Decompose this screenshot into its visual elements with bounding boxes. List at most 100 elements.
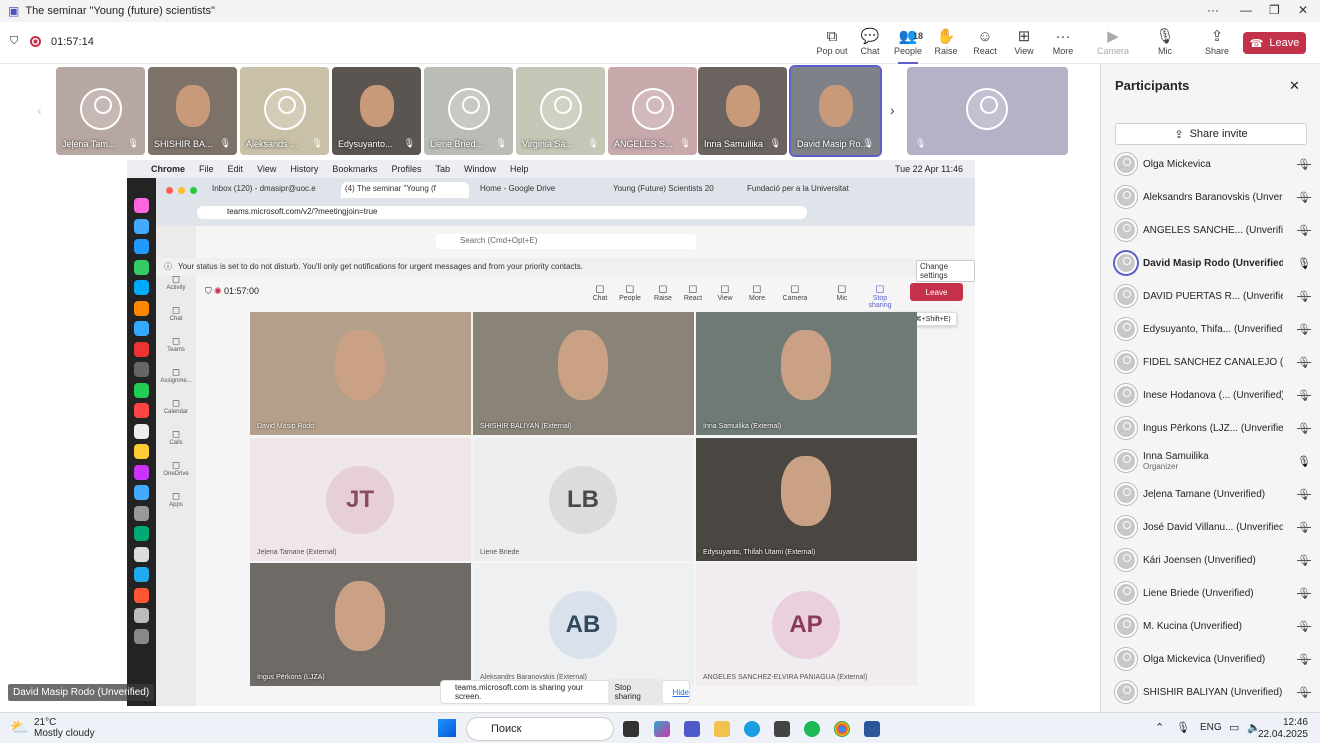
dock-app-icon[interactable]: [134, 218, 149, 234]
dock-app-icon[interactable]: [134, 362, 149, 377]
mic-muted-icon[interactable]: 🎙: [1297, 191, 1311, 204]
mic-muted-icon[interactable]: 🎙: [1297, 389, 1311, 402]
notice-hide-button[interactable]: Hide: [673, 688, 689, 697]
maximize-icon[interactable]: ❐: [1269, 3, 1280, 17]
mic-muted-icon[interactable]: 🎙: [1297, 224, 1311, 237]
notice-stop-sharing-button[interactable]: Stop sharing: [607, 679, 663, 705]
participant-row[interactable]: M. Kucina (Unverified) 🎙: [1115, 611, 1311, 641]
participant-row[interactable]: Jeļena Tamane (Unverified) 🎙: [1115, 479, 1311, 509]
edge-icon[interactable]: [744, 721, 760, 737]
participant-row[interactable]: David Masip Rodo (Unverified) 🎙: [1115, 248, 1311, 278]
browser-tab[interactable]: Fundació per a la Universitat: [743, 182, 871, 198]
toolbar-raise-button[interactable]: ✋ Raise: [926, 28, 966, 56]
rail-item[interactable]: ◻ Chat: [156, 305, 196, 322]
shared-control-camera[interactable]: ◻ Camera: [779, 282, 811, 302]
grid-video-tile[interactable]: SHISHIR BALIYAN (External): [473, 312, 694, 435]
participant-row[interactable]: Ingus Pērkons (LJZ... (Unverified) 🎙: [1115, 413, 1311, 443]
dock-app-icon[interactable]: [134, 628, 149, 644]
mic-muted-icon[interactable]: 🎙: [1297, 158, 1311, 171]
copilot-icon[interactable]: [654, 721, 670, 737]
mac-min-dot[interactable]: [178, 187, 185, 194]
strip-next-icon[interactable]: ›: [890, 102, 895, 118]
grid-video-tile[interactable]: Edysuyanto, Thifah Utami (External): [696, 437, 917, 561]
shared-control-people[interactable]: ◻ People: [614, 282, 646, 302]
mac-menu-item[interactable]: Tab: [435, 164, 450, 174]
minimize-icon[interactable]: —: [1240, 3, 1252, 17]
video-tile[interactable]: SHISHIR BA... 🎙: [148, 67, 237, 155]
mac-menu-item[interactable]: Chrome: [151, 164, 185, 174]
close-icon[interactable]: ✕: [1298, 3, 1308, 17]
strip-prev-icon[interactable]: ‹: [37, 102, 42, 118]
clock-time[interactable]: 12:46: [1266, 717, 1308, 728]
mic-muted-icon[interactable]: 🎙: [1297, 653, 1311, 666]
video-tile[interactable]: 🎙: [907, 67, 1068, 155]
mic-muted-icon[interactable]: 🎙: [1297, 488, 1311, 501]
dock-app-icon[interactable]: [134, 300, 149, 316]
mic-muted-icon[interactable]: 🎙: [1297, 587, 1311, 600]
dock-app-icon[interactable]: [134, 608, 149, 623]
taskbar-search[interactable]: Поиск: [466, 717, 614, 741]
video-tile[interactable]: Jeļena Tam... 🎙: [56, 67, 145, 155]
participant-row[interactable]: Inna Samuilika Organizer 🎙: [1115, 446, 1311, 476]
toolbar-chat-button[interactable]: 💬 Chat: [850, 28, 890, 56]
task-view-icon[interactable]: [623, 721, 639, 737]
rail-item[interactable]: ◻ Calendar: [156, 398, 196, 415]
shared-control-more[interactable]: ◻ More: [741, 282, 773, 302]
chrome-icon[interactable]: [834, 721, 850, 737]
dock-app-icon[interactable]: [134, 464, 149, 480]
address-bar[interactable]: teams.microsoft.com/v2/?meetingjoin=true: [197, 206, 807, 219]
mac-menu-item[interactable]: Bookmarks: [332, 164, 377, 174]
mic-muted-icon[interactable]: 🎙: [1297, 290, 1311, 303]
toolbar-view-button[interactable]: ⊞ View: [1004, 28, 1044, 56]
grid-video-tile[interactable]: David Masip Rodo: [250, 312, 471, 435]
language-indicator[interactable]: ENG: [1200, 722, 1222, 733]
mic-muted-icon[interactable]: 🎙: [1297, 620, 1311, 633]
grid-video-tile[interactable]: LB Liene Briede: [473, 437, 694, 561]
toolbar-pop-out-button[interactable]: ⧉ Pop out: [812, 28, 852, 56]
video-tile[interactable]: Edysuyanto... 🎙: [332, 67, 421, 155]
share-invite-button[interactable]: ⇪ Share invite: [1115, 123, 1307, 145]
participant-row[interactable]: Kári Joensen (Unverified) 🎙: [1115, 545, 1311, 575]
dock-app-icon[interactable]: [134, 403, 149, 418]
grid-video-tile[interactable]: AB Aleksandrs Baranovskis (External): [473, 563, 694, 686]
dock-app-icon[interactable]: [134, 526, 149, 541]
mac-menu-item[interactable]: Edit: [228, 164, 244, 174]
video-tile[interactable]: David Masip Ro... 🎙: [789, 65, 882, 157]
participant-row[interactable]: Inese Hodanova (... (Unverified) 🎙: [1115, 380, 1311, 410]
shared-control-stop-sharing[interactable]: ◻ Stop sharing: [864, 282, 896, 309]
mac-close-dot[interactable]: [166, 187, 173, 194]
word-icon[interactable]: [864, 721, 880, 737]
grid-video-tile[interactable]: Inna Samuilika (External): [696, 312, 917, 435]
rail-item[interactable]: ◻ OneDrive: [156, 460, 196, 477]
grid-video-tile[interactable]: AP ANGELES SANCHEZ-ELVIRA PANIAGUA (Exter…: [696, 563, 917, 686]
video-tile[interactable]: ANGELES S... 🎙: [608, 67, 697, 155]
dock-app-icon[interactable]: [134, 280, 149, 295]
shared-control-view[interactable]: ◻ View: [709, 282, 741, 302]
mic-on-icon[interactable]: 🎙: [1297, 257, 1311, 270]
mac-max-dot[interactable]: [190, 187, 197, 194]
app-icon[interactable]: [774, 721, 790, 737]
toolbar-people-button[interactable]: 👥 18 People: [888, 28, 928, 64]
dock-app-icon[interactable]: [134, 198, 149, 213]
grid-video-tile[interactable]: Ingus Pērkons (LJZA): [250, 563, 471, 686]
toolbar-react-button[interactable]: ☺ React: [965, 28, 1005, 56]
dock-app-icon[interactable]: [134, 505, 149, 521]
rail-item[interactable]: ◻ Activity: [156, 274, 196, 291]
spotify-icon[interactable]: [804, 721, 820, 737]
shared-control-react[interactable]: ◻ React: [677, 282, 709, 302]
window-more-icon[interactable]: ···: [1207, 3, 1219, 17]
toolbar-camera-button[interactable]: ▶ Camera: [1093, 28, 1133, 56]
dock-app-icon[interactable]: [134, 321, 149, 336]
mac-menu-item[interactable]: Window: [464, 164, 496, 174]
toolbar-more-button[interactable]: ··· More: [1043, 28, 1083, 56]
dock-app-icon[interactable]: [134, 587, 149, 603]
participant-row[interactable]: Aleksandrs Baranovskis (Unver... 🎙: [1115, 182, 1311, 212]
dock-app-icon[interactable]: [134, 444, 149, 459]
participant-row[interactable]: Liene Briede (Unverified) 🎙: [1115, 578, 1311, 608]
grid-video-tile[interactable]: JT Jeļena Tamane (External): [250, 437, 471, 561]
teams-search[interactable]: Search (Cmd+Opt+E): [436, 234, 696, 249]
participant-row[interactable]: Olga Mickevica (Unverified) 🎙: [1115, 644, 1311, 674]
toolbar-mic-button[interactable]: 🎙 Mic: [1145, 28, 1185, 56]
dock-app-icon[interactable]: [134, 567, 149, 582]
mic-muted-icon[interactable]: 🎙: [1297, 356, 1311, 369]
